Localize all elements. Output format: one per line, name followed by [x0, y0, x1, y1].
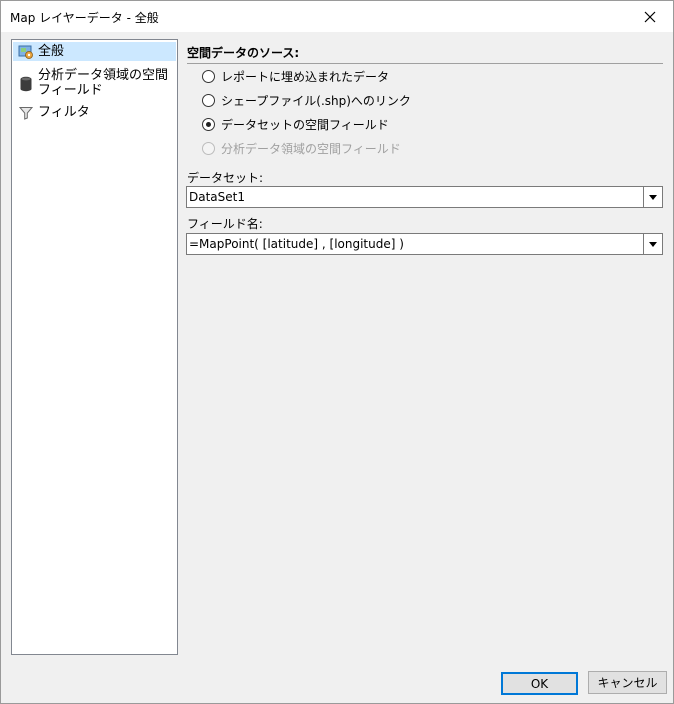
spatial-source-heading: 空間データのソース: — [187, 46, 300, 60]
window-title: Map レイヤーデータ - 全般 — [10, 11, 159, 25]
nav-item-general[interactable]: 全般 — [13, 42, 176, 61]
radio-dataset-spatial-field[interactable]: データセットの空間フィールド — [202, 116, 389, 133]
nav-item-label: 分析データ領域の空間 フィールド — [38, 68, 169, 98]
field-name-label: フィールド名: — [187, 217, 263, 231]
field-name-dropdown-button[interactable] — [643, 234, 662, 254]
nav-item-label: フィルタ — [38, 105, 90, 120]
radio-label: 分析データ領域の空間フィールド — [221, 142, 401, 156]
radio-shapefile-link[interactable]: シェープファイル(.shp)へのリンク — [202, 92, 411, 109]
dataset-value: DataSet1 — [189, 190, 245, 204]
chevron-down-icon — [649, 241, 657, 247]
dataset-label: データセット: — [187, 171, 264, 185]
radio-label: シェープファイル(.shp)へのリンク — [221, 94, 411, 108]
map-layer-icon — [18, 44, 34, 60]
radio-button[interactable] — [202, 94, 215, 107]
radio-button-checked[interactable] — [202, 118, 215, 131]
field-name-value: =MapPoint( [latitude] , [longitude] ) — [189, 237, 404, 251]
radio-embedded-data[interactable]: レポートに埋め込まれたデータ — [202, 68, 389, 85]
nav-item-analytical-spatial-field[interactable]: 分析データ領域の空間 フィールド — [13, 66, 176, 100]
ok-button[interactable]: OK — [501, 672, 578, 695]
dataset-combobox[interactable]: DataSet1 — [186, 186, 663, 208]
section-divider — [187, 63, 663, 64]
radio-analytical-spatial-field: 分析データ領域の空間フィールド — [202, 140, 401, 157]
close-icon — [644, 11, 656, 22]
radio-button-disabled — [202, 142, 215, 155]
nav-panel: 全般 分析データ領域の空間 フィールド フィルタ — [11, 39, 178, 655]
nav-item-label: 全般 — [38, 44, 65, 59]
filter-icon — [18, 105, 34, 121]
radio-label: レポートに埋め込まれたデータ — [221, 70, 390, 84]
title-bar: Map レイヤーデータ - 全般 — [1, 1, 673, 32]
chevron-down-icon — [649, 194, 657, 200]
nav-item-filter[interactable]: フィルタ — [13, 103, 176, 122]
dialog-window: Map レイヤーデータ - 全般 全般 分析データ領域の空間 フィールド フィル… — [0, 0, 674, 704]
database-icon — [18, 76, 34, 92]
cancel-button[interactable]: キャンセル — [588, 671, 667, 694]
radio-label: データセットの空間フィールド — [221, 118, 389, 132]
close-button[interactable] — [627, 1, 673, 32]
dataset-dropdown-button[interactable] — [643, 187, 662, 207]
field-name-combobox[interactable]: =MapPoint( [latitude] , [longitude] ) — [186, 233, 663, 255]
radio-button[interactable] — [202, 70, 215, 83]
